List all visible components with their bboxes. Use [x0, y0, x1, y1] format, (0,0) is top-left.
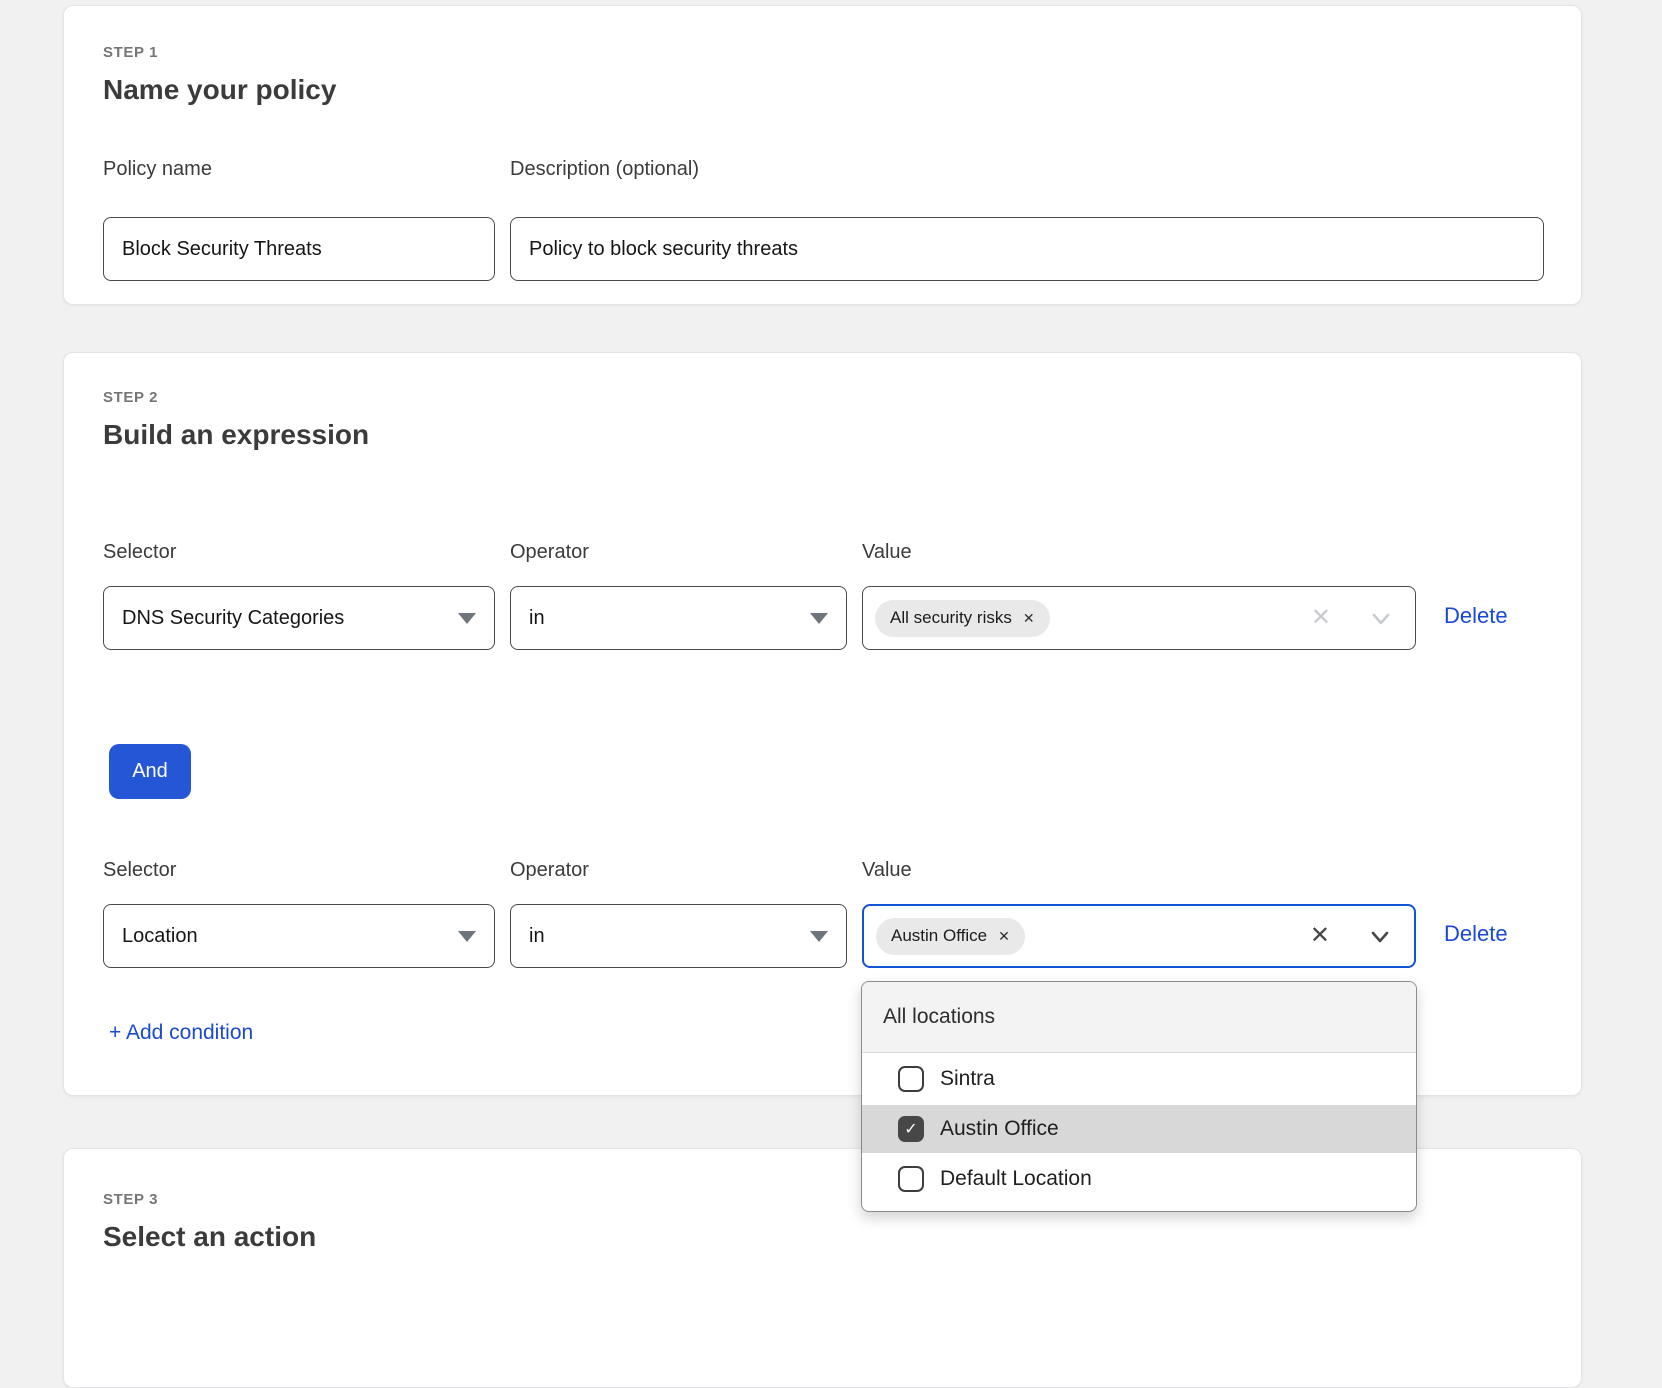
value-multiselect[interactable]: All security risks ✕ ✕	[862, 586, 1416, 650]
operator-label: Operator	[510, 859, 589, 882]
selector-label: Selector	[103, 541, 176, 564]
operator-value: in	[529, 925, 545, 948]
description-label: Description (optional)	[510, 158, 699, 181]
option-label: Sintra	[940, 1067, 995, 1091]
expression-row-2: Selector Operator Value Location in Aust…	[103, 859, 1544, 989]
option-label: Default Location	[940, 1167, 1092, 1191]
delete-row-button[interactable]: Delete	[1444, 603, 1508, 629]
operator-label: Operator	[510, 541, 589, 564]
clear-icon[interactable]: ✕	[1311, 606, 1331, 630]
dropdown-arrow-icon	[458, 613, 476, 624]
expression-row-1: Selector Operator Value DNS Security Cat…	[103, 541, 1544, 671]
dropdown-option-default-location[interactable]: ✓ Default Location	[862, 1153, 1416, 1205]
step3-title: Select an action	[103, 1221, 316, 1253]
value-multiselect-focused[interactable]: Austin Office ✕ ✕	[862, 904, 1416, 968]
step1-label: STEP 1	[103, 44, 158, 61]
operator-select[interactable]: in	[510, 904, 847, 968]
chip-remove-icon[interactable]: ✕	[1023, 610, 1035, 627]
selector-select[interactable]: DNS Security Categories	[103, 586, 495, 650]
policy-name-input[interactable]: Block Security Threats	[103, 217, 495, 281]
value-chip: All security risks ✕	[875, 600, 1050, 637]
step1-card: STEP 1 Name your policy Policy name Desc…	[63, 5, 1582, 305]
step3-label: STEP 3	[103, 1191, 158, 1208]
step1-title: Name your policy	[103, 74, 336, 106]
chevron-down-icon[interactable]	[1369, 606, 1393, 630]
clear-icon[interactable]: ✕	[1310, 924, 1330, 948]
selector-select[interactable]: Location	[103, 904, 495, 968]
chip-label: Austin Office	[891, 926, 987, 946]
dropdown-arrow-icon	[810, 613, 828, 624]
policy-name-label: Policy name	[103, 158, 212, 181]
add-condition-link[interactable]: + Add condition	[109, 1021, 253, 1045]
checkbox[interactable]: ✓	[898, 1116, 924, 1142]
selector-label: Selector	[103, 859, 176, 882]
and-button[interactable]: And	[109, 744, 191, 799]
selector-value: DNS Security Categories	[122, 607, 344, 630]
checkbox[interactable]: ✓	[898, 1166, 924, 1192]
value-label: Value	[862, 541, 912, 564]
value-chip: Austin Office ✕	[876, 918, 1025, 955]
option-label: Austin Office	[940, 1117, 1059, 1141]
step2-title: Build an expression	[103, 419, 369, 451]
step2-label: STEP 2	[103, 389, 158, 406]
dropdown-group-header: All locations	[862, 982, 1416, 1053]
chip-remove-icon[interactable]: ✕	[998, 928, 1010, 945]
value-label: Value	[862, 859, 912, 882]
dropdown-option-austin-office[interactable]: ✓ Austin Office	[862, 1105, 1416, 1153]
chevron-down-icon[interactable]	[1368, 924, 1392, 948]
dropdown-arrow-icon	[458, 931, 476, 942]
delete-row-button[interactable]: Delete	[1444, 921, 1508, 947]
operator-select[interactable]: in	[510, 586, 847, 650]
location-dropdown-panel: All locations ✓ Sintra ✓ Austin Office ✓…	[861, 981, 1417, 1212]
description-input[interactable]: Policy to block security threats	[510, 217, 1544, 281]
selector-value: Location	[122, 925, 198, 948]
operator-value: in	[529, 607, 545, 630]
dropdown-option-sintra[interactable]: ✓ Sintra	[862, 1053, 1416, 1105]
chip-label: All security risks	[890, 608, 1012, 628]
dropdown-arrow-icon	[810, 931, 828, 942]
checkbox[interactable]: ✓	[898, 1066, 924, 1092]
